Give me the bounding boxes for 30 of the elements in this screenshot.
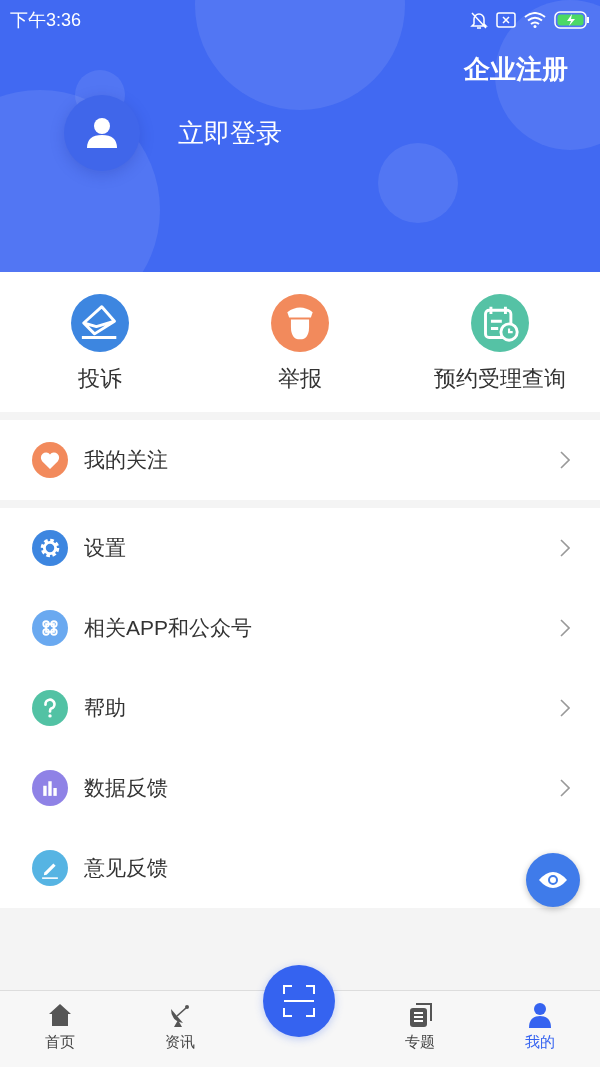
menu-item[interactable]: 数据反馈 — [0, 748, 600, 828]
menu-label: 帮助 — [84, 695, 126, 722]
login-link[interactable]: 立即登录 — [178, 113, 282, 153]
person-icon — [526, 1001, 554, 1029]
nav-tab[interactable]: 专题 — [360, 991, 480, 1067]
scan-icon — [282, 984, 316, 1018]
menu-label: 意见反馈 — [84, 855, 168, 882]
scan-button[interactable] — [263, 965, 335, 1037]
sim-card-icon — [496, 12, 516, 28]
menu-label: 我的关注 — [84, 447, 168, 474]
menu-label: 相关APP和公众号 — [84, 615, 253, 642]
menu-item[interactable]: 意见反馈 — [0, 828, 600, 908]
muted-bell-icon — [470, 10, 488, 30]
menu-item[interactable]: 我的关注 — [0, 420, 600, 500]
quick-action-button[interactable]: 预约受理查询 — [400, 272, 600, 412]
menu-label: 数据反馈 — [84, 775, 168, 802]
wifi-icon — [524, 12, 546, 28]
eye-icon — [538, 870, 568, 890]
status-time: 下午3:36 — [10, 8, 82, 32]
menu-item[interactable]: 设置 — [0, 508, 600, 588]
quick-action-button[interactable]: 举报 — [200, 272, 400, 412]
nav-tab[interactable]: 我的 — [480, 991, 600, 1067]
menu-label: 设置 — [84, 535, 126, 562]
quick-action-button[interactable]: 投诉 — [0, 272, 200, 412]
menu-item[interactable]: 相关APP和公众号 — [0, 588, 600, 668]
register-link[interactable]: 企业注册 — [464, 50, 568, 89]
nav-tab[interactable]: 首页 — [0, 991, 120, 1067]
battery-charging-icon — [554, 11, 590, 29]
nav-tab[interactable]: 资讯 — [120, 991, 240, 1067]
menu-item[interactable]: 帮助 — [0, 668, 600, 748]
